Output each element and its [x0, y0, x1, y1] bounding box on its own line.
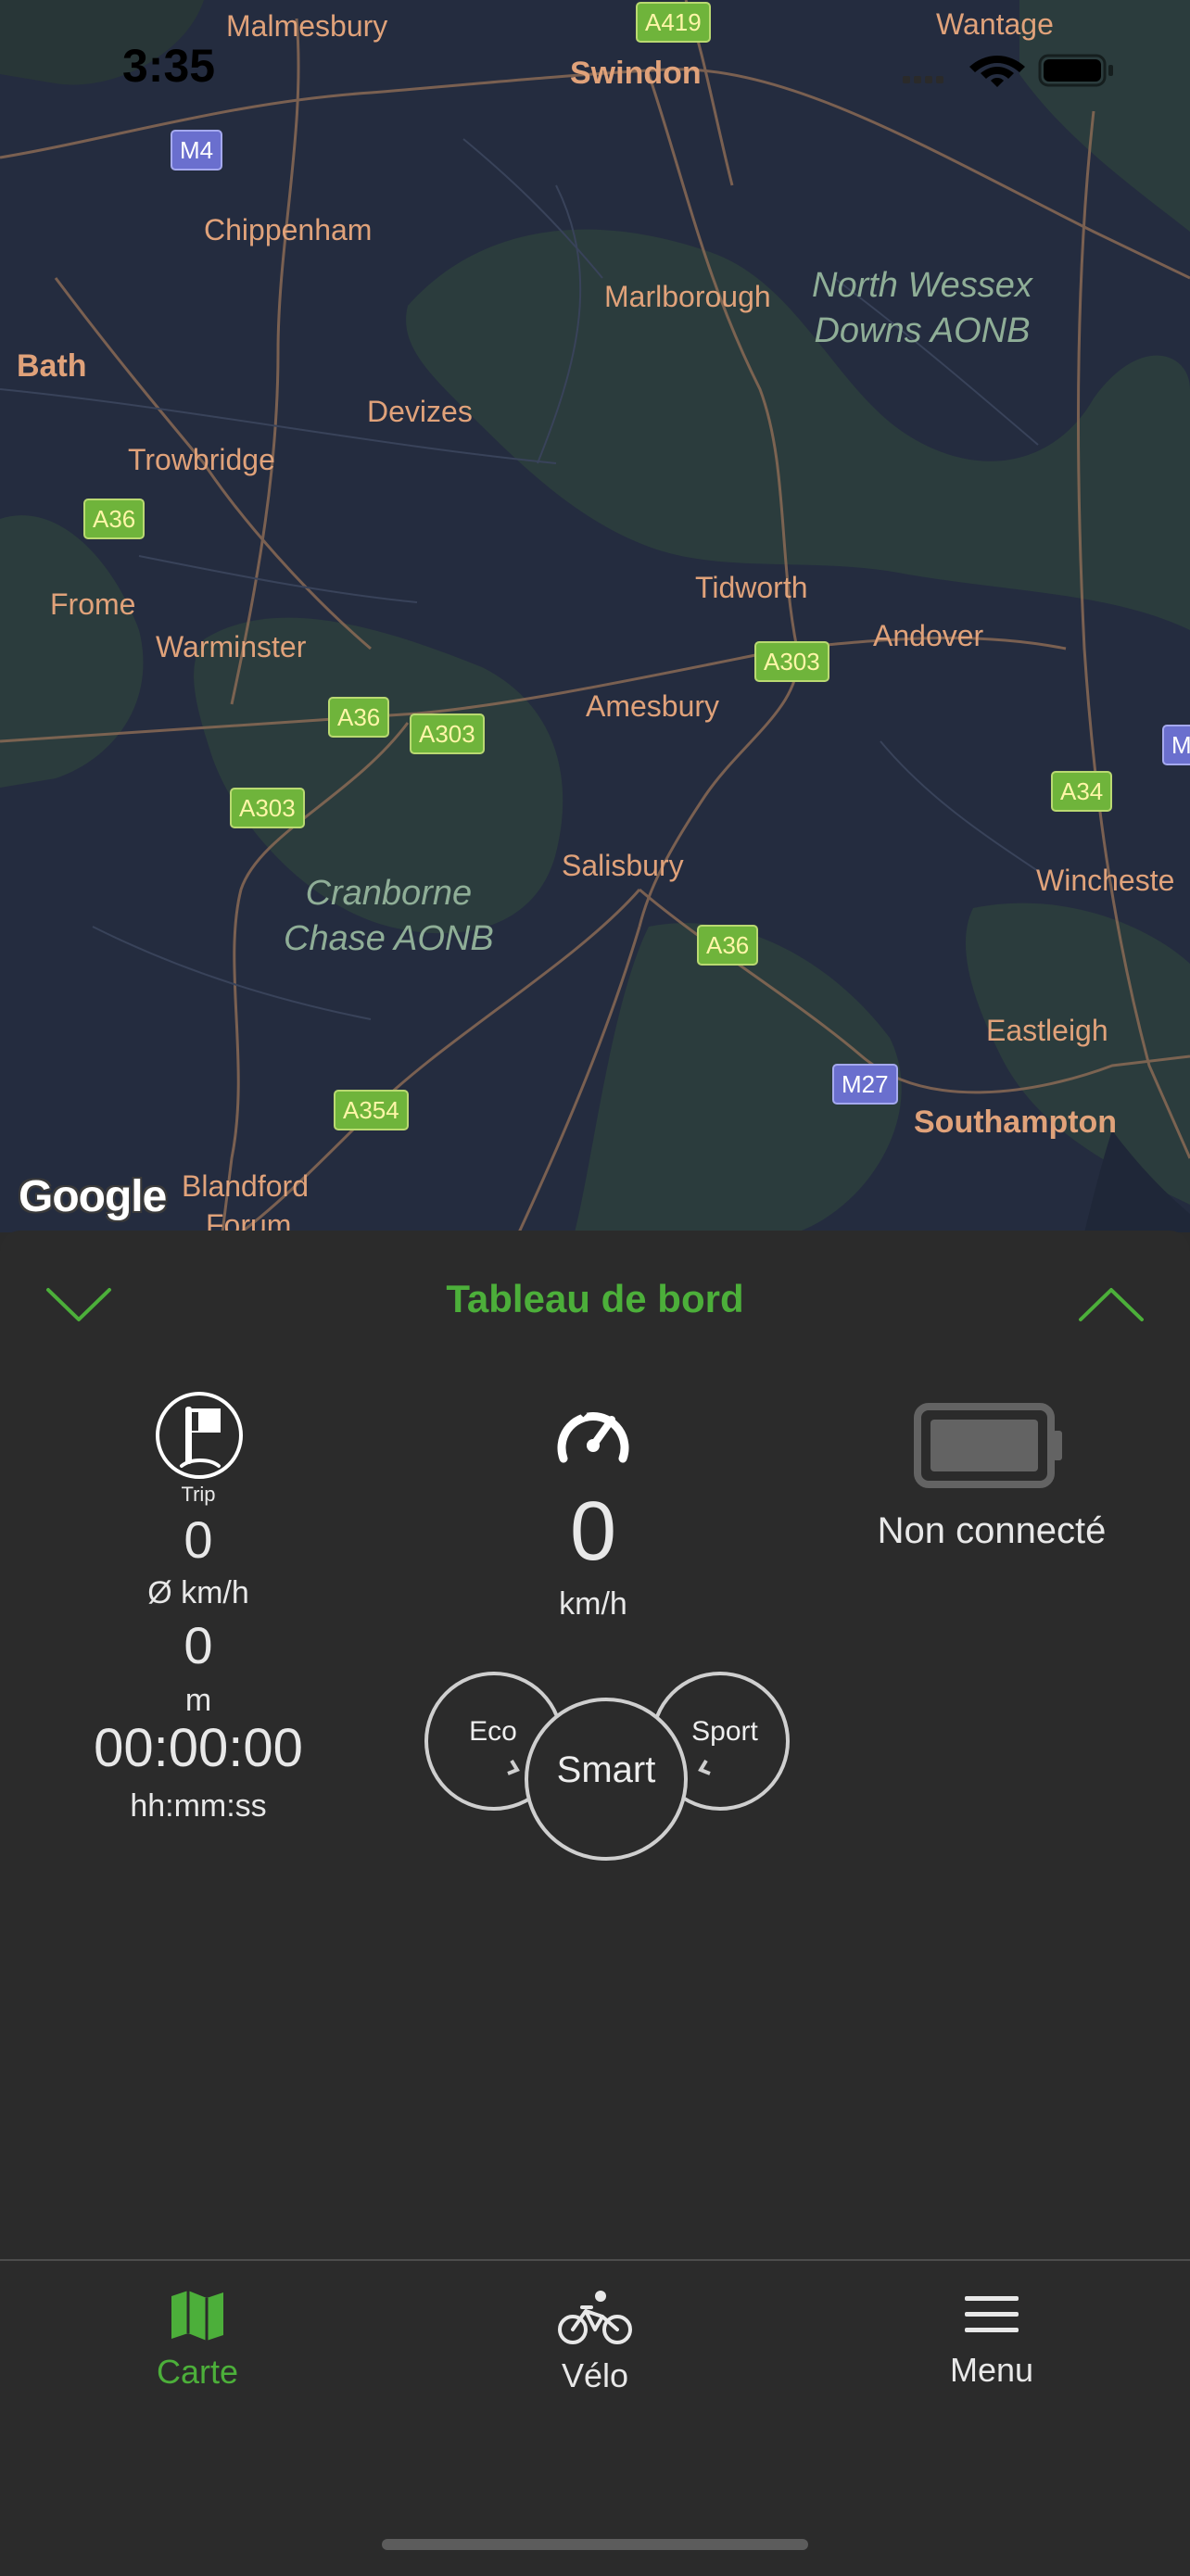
place-label: Blandford — [182, 1169, 309, 1203]
tab-menu[interactable]: Menu — [853, 2289, 1131, 2390]
speedometer-icon — [557, 1410, 629, 1463]
wifi-icon — [969, 56, 1025, 87]
place-label: Andover — [873, 619, 984, 652]
place-label: Marlborough — [604, 280, 771, 313]
trip-avg-speed: 0 — [184, 1510, 213, 1569]
trip-label: Trip — [181, 1483, 216, 1506]
road-shield: A303 — [754, 641, 829, 682]
bike-icon — [558, 2291, 632, 2344]
road-shield: A354 — [334, 1090, 409, 1130]
place-label: Wincheste — [1036, 864, 1175, 897]
area-label: North Wessex Downs AONB — [812, 266, 1032, 351]
google-attribution: Google — [19, 1172, 167, 1221]
place-label: Salisbury — [562, 849, 684, 882]
place-label: Forum — [206, 1208, 292, 1232]
hamburger-icon — [965, 2296, 1019, 2332]
place-label: Swindon — [570, 56, 702, 91]
road-shield: M27 — [832, 1064, 898, 1105]
speed-value: 0 — [569, 1485, 617, 1578]
place-label: Malmesbury — [226, 9, 388, 43]
tab-menu-label: Menu — [949, 2351, 1034, 2389]
battery-status: Non connecté — [877, 1510, 1107, 1551]
road-shield: A36 — [83, 499, 146, 539]
trip-distance: 0 — [184, 1616, 213, 1674]
tab-velo-label: Vélo — [561, 2356, 629, 2394]
status-icons — [903, 54, 1113, 87]
place-label: Frome — [50, 587, 136, 621]
road-shield: A36 — [697, 925, 759, 966]
mode-sport-label: Sport — [691, 1716, 758, 1747]
trip-flag-icon — [156, 1392, 243, 1479]
trip-duration-unit: hh:mm:ss — [130, 1788, 267, 1824]
map-terrain — [0, 0, 1190, 1232]
dashboard-title: Tableau de bord — [446, 1277, 744, 1320]
area-label: Cranborne Chase AONB — [284, 874, 494, 959]
tab-carte[interactable]: Carte — [58, 2289, 336, 2392]
mode-eco-label: Eco — [469, 1716, 517, 1747]
place-label: Devizes — [367, 395, 473, 428]
road-shield: A419 — [636, 2, 711, 43]
home-indicator[interactable] — [382, 2539, 808, 2550]
road-shield: A34 — [1051, 771, 1113, 812]
mode-smart-label: Smart — [556, 1749, 656, 1790]
battery-icon — [914, 1403, 1062, 1488]
trip-avg-speed-unit: Ø km/h — [147, 1575, 249, 1610]
dashboard-sheet: Tableau de bord Trip 0 Ø km/h 0 m 00:00:… — [0, 1231, 1190, 2259]
trip-duration: 00:00:00 — [94, 1718, 303, 1778]
place-label: Southampton — [914, 1105, 1118, 1140]
road-shield: A36 — [328, 697, 390, 738]
road-shield: A303 — [410, 713, 485, 754]
place-label: Warminster — [156, 630, 307, 663]
trip-distance-unit: m — [184, 1683, 212, 1718]
chevron-up-icon[interactable] — [1077, 1284, 1146, 1325]
place-label: Wantage — [936, 7, 1054, 41]
tab-velo[interactable]: Vélo — [456, 2289, 734, 2395]
place-label: Eastleigh — [986, 1014, 1108, 1047]
place-label: Bath — [17, 348, 87, 384]
speed-unit: km/h — [559, 1586, 627, 1622]
place-label: Amesbury — [586, 689, 720, 723]
tab-bar: Carte Vélo Menu — [0, 2259, 1190, 2576]
status-time: 3:35 — [122, 40, 216, 92]
place-label: Trowbridge — [128, 443, 275, 476]
map-icon — [171, 2291, 223, 2341]
map-view[interactable]: Malmesbury Swindon Wantage Chippenham Ma… — [0, 0, 1190, 1232]
road-shield: A303 — [230, 788, 305, 828]
battery-status-icon — [1038, 54, 1113, 87]
place-label: Chippenham — [204, 213, 373, 246]
place-label: Tidworth — [695, 571, 808, 604]
road-shield: M4 — [171, 130, 223, 170]
tab-carte-label: Carte — [156, 2353, 239, 2391]
road-shield: M — [1162, 725, 1190, 765]
